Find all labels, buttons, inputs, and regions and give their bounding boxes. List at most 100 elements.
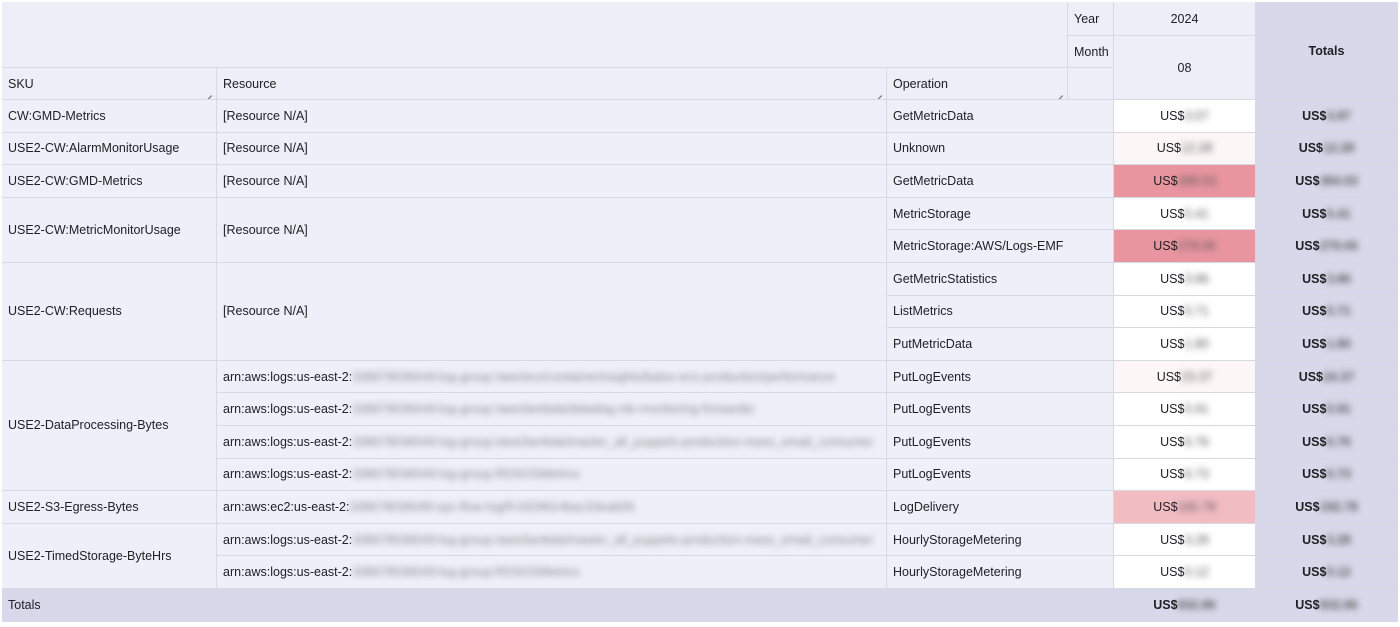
grand-total-month: US$ 832.86 [1114, 589, 1256, 622]
sku-cell: USE2-S3-Egress-Bytes [2, 491, 217, 524]
currency-label: US$ [1160, 467, 1185, 482]
currency-label: US$ [1295, 499, 1320, 514]
redacted-amount: 3.86 [1184, 271, 1209, 286]
currency-label: US$ [1295, 173, 1320, 188]
currency-label: US$ [1302, 206, 1327, 221]
redacted-amount: 6.76 [1184, 434, 1209, 449]
redacted-amount: 279.06 [1319, 239, 1358, 254]
row-total-cell: US$ 1.80 [1256, 328, 1398, 361]
redacted-amount: 12.28 [1323, 141, 1355, 156]
redacted-amount: 832.86 [1177, 597, 1216, 612]
resource-arn-prefix: arn:aws:logs:us-east-2: [223, 467, 353, 482]
resource-column-header[interactable]: Resource [217, 68, 887, 100]
resource-arn-redacted: 338678036049:log-group:/aws/lambda/datad… [352, 402, 756, 417]
currency-label: US$ [1302, 532, 1327, 547]
row-total-cell: US$ 5.41 [1256, 197, 1398, 231]
row-total-cell: US$ 12.28 [1256, 132, 1398, 166]
redacted-amount: 24.37 [1323, 369, 1355, 384]
month-value-cell: US$ 5.71 [1114, 295, 1256, 329]
year-value: 2024 [1114, 2, 1256, 36]
sku-cell: USE2-TimedStorage-ByteHrs [2, 523, 217, 589]
row-total-cell: US$ 3.86 [1256, 263, 1398, 296]
operation-header-label: Operation [893, 76, 948, 91]
currency-label: US$ [1160, 271, 1185, 286]
month-label: Month [1068, 36, 1114, 68]
currency-label: US$ [1302, 434, 1327, 449]
currency-label: US$ [1160, 532, 1185, 547]
currency-label: US$ [1153, 173, 1178, 188]
resource-arn-prefix: arn:aws:ec2:us-east-2: [223, 499, 350, 514]
currency-label: US$ [1302, 304, 1327, 319]
currency-label: US$ [1298, 369, 1324, 384]
resource-arn-prefix: arn:aws:logs:us-east-2: [223, 565, 353, 580]
currency-label: US$ [1302, 336, 1327, 351]
redacted-amount: 5.71 [1326, 304, 1351, 319]
resource-cell: arn:aws:logs:us-east-2: 338678036049:log-… [217, 426, 887, 459]
redacted-amount: 6.73 [1326, 467, 1351, 482]
resource-cell: arn:aws:logs:us-east-2: 338678036049:log-… [217, 360, 887, 394]
operation-cell: PutLogEvents [887, 458, 1114, 492]
operation-cell: PutMetricData [887, 328, 1114, 361]
month-value-cell: US$ 23.37 [1114, 360, 1256, 394]
sku-column-header[interactable]: SKU [2, 68, 217, 100]
redacted-amount: 3.87 [1326, 108, 1351, 123]
resource-arn-redacted: 338678036049:vpc-flow-log/fl-0329614bac3… [349, 499, 635, 514]
header-spacer [1068, 68, 1114, 100]
resource-arn-redacted: 338678036049:log-group:/aws/ecs/containe… [352, 369, 836, 384]
currency-label: US$ [1156, 369, 1182, 384]
currency-label: US$ [1156, 141, 1182, 156]
redacted-amount: 12.28 [1181, 141, 1213, 156]
redacted-amount: 5.41 [1184, 206, 1209, 221]
grand-totals-label: Totals [2, 589, 1114, 622]
sku-cell: USE2-CW:AlarmMonitorUsage [2, 132, 217, 166]
operation-cell: MetricStorage [887, 197, 1114, 231]
redacted-amount: 3.28 [1326, 532, 1351, 547]
month-value-cell: US$ 5.41 [1114, 197, 1256, 231]
resource-arn-prefix: arn:aws:logs:us-east-2: [223, 369, 353, 384]
resource-arn-prefix: arn:aws:logs:us-east-2: [223, 434, 353, 449]
redacted-amount: 5.41 [1326, 206, 1351, 221]
resource-cell: arn:aws:ec2:us-east-2: 338678036049:vpc-f… [217, 491, 887, 524]
operation-cell: ListMetrics [887, 295, 1114, 329]
month-value-cell: US$ 3.28 [1114, 523, 1256, 557]
operation-cell: PutLogEvents [887, 426, 1114, 459]
row-total-cell: US$ 24.37 [1256, 360, 1398, 394]
currency-label: US$ [1295, 597, 1320, 612]
sku-header-label: SKU [8, 76, 34, 91]
sku-cell: USE2-DataProcessing-Bytes [2, 360, 217, 492]
resource-cell: [Resource N/A] [217, 100, 887, 133]
resource-cell: arn:aws:logs:us-east-2: 338678036049:log-… [217, 458, 887, 492]
currency-label: US$ [1302, 108, 1327, 123]
month-value-cell: US$ 192.78 [1114, 491, 1256, 524]
grand-total-all: US$ 832.86 [1256, 589, 1398, 622]
resource-arn-prefix: arn:aws:logs:us-east-2: [223, 402, 353, 417]
redacted-amount: 0.12 [1184, 565, 1209, 580]
resize-handle-icon[interactable] [204, 88, 212, 96]
currency-label: US$ [1153, 239, 1178, 254]
redacted-amount: 23.37 [1181, 369, 1213, 384]
month-value-cell: US$ 6.76 [1114, 426, 1256, 459]
currency-label: US$ [1295, 239, 1320, 254]
resource-cell: [Resource N/A] [217, 165, 887, 198]
row-total-cell: US$ 192.78 [1256, 491, 1398, 524]
resource-cell: arn:aws:logs:us-east-2: 338678036049:log-… [217, 393, 887, 426]
resize-handle-icon[interactable] [874, 88, 882, 96]
redacted-amount: 5.91 [1184, 402, 1209, 417]
currency-label: US$ [1160, 304, 1185, 319]
row-total-cell: US$ 6.76 [1256, 426, 1398, 459]
resource-cell: arn:aws:logs:us-east-2: 338678036049:log-… [217, 556, 887, 589]
totals-header: Totals [1256, 2, 1398, 100]
operation-cell: LogDelivery [887, 491, 1114, 524]
resize-handle-icon[interactable] [1055, 88, 1063, 96]
resource-cell: [Resource N/A] [217, 197, 887, 263]
row-total-cell: US$ 0.12 [1256, 556, 1398, 589]
currency-label: US$ [1153, 499, 1178, 514]
currency-label: US$ [1302, 402, 1327, 417]
currency-label: US$ [1302, 467, 1327, 482]
redacted-amount: 1.80 [1184, 336, 1209, 351]
currency-label: US$ [1298, 141, 1324, 156]
currency-label: US$ [1160, 108, 1185, 123]
operation-column-header[interactable]: Operation [887, 68, 1068, 100]
month-value-cell: US$ 1.80 [1114, 328, 1256, 361]
row-total-cell: US$ 6.73 [1256, 458, 1398, 492]
